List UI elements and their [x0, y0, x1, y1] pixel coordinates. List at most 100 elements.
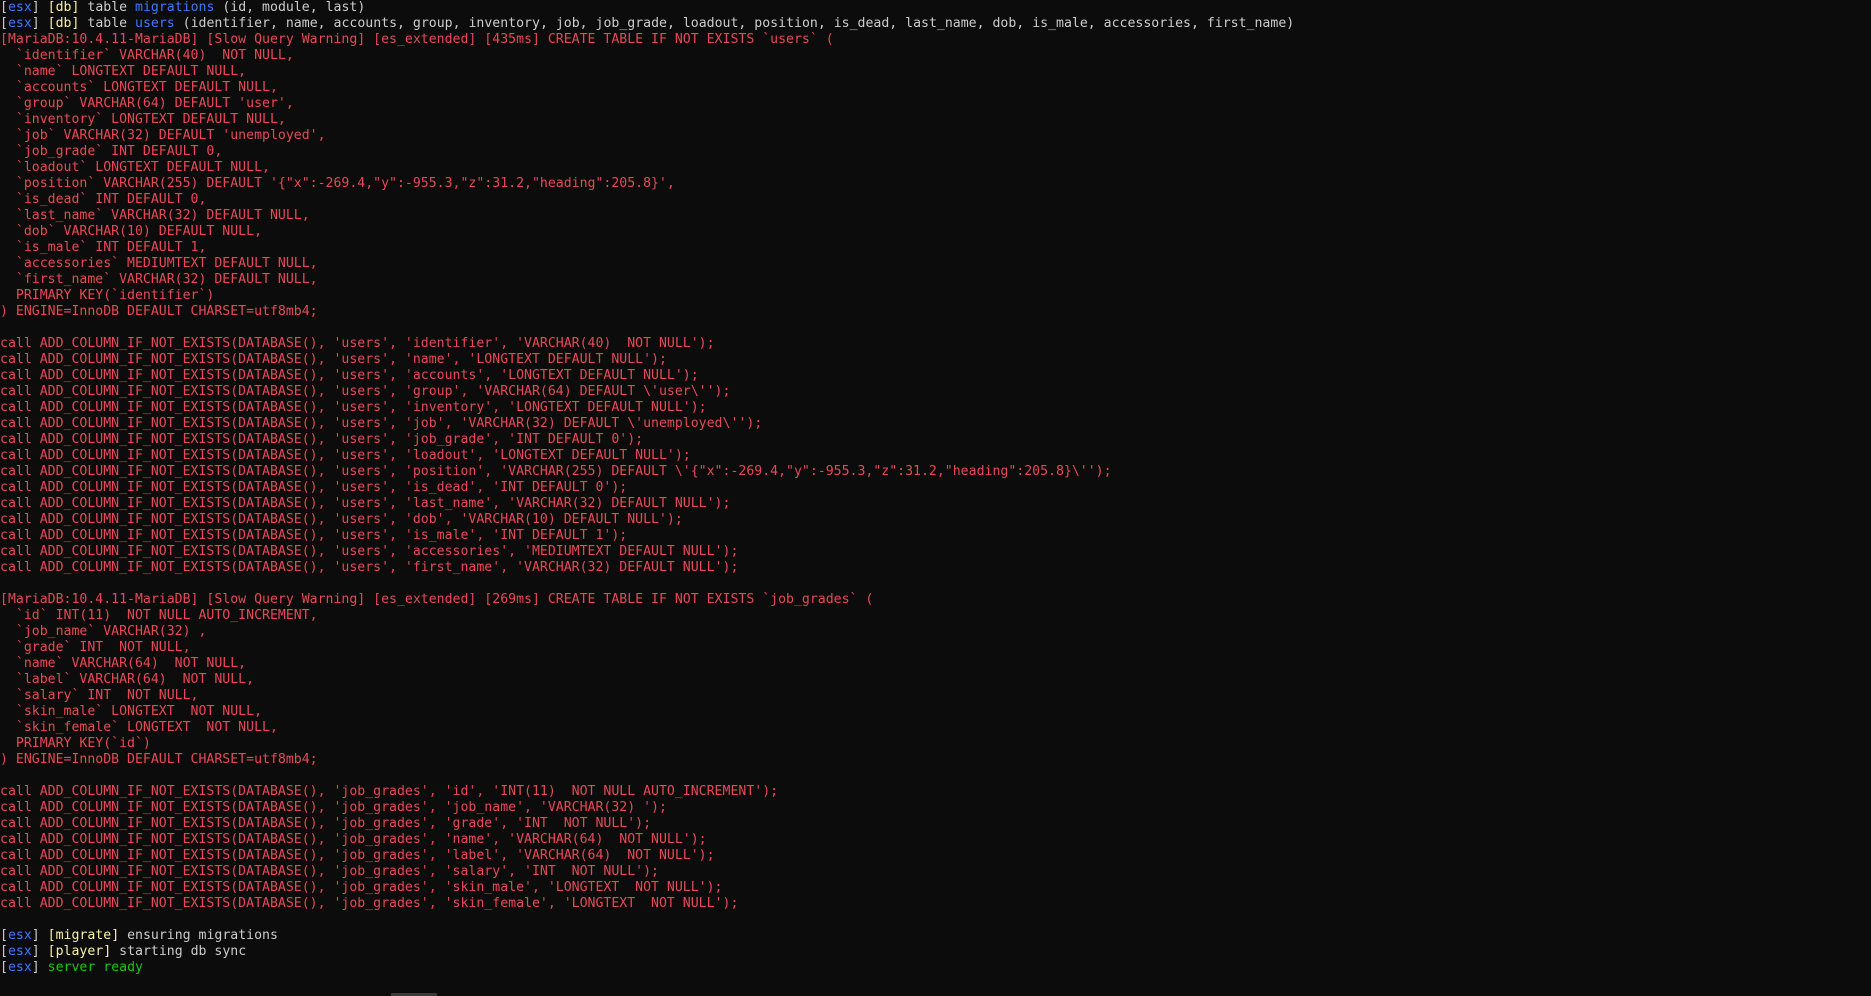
console-line: `id` INT(11) NOT NULL AUTO_INCREMENT, [0, 608, 1871, 624]
console-text-segment: `dob` VARCHAR(10) DEFAULT NULL, [0, 224, 263, 239]
console-text-segment: [ [0, 928, 8, 943]
console-line: ) ENGINE=InnoDB DEFAULT CHARSET=utf8mb4; [0, 304, 1871, 320]
console-text-segment: ] [31, 16, 48, 31]
console-line: call ADD_COLUMN_IF_NOT_EXISTS(DATABASE()… [0, 384, 1871, 400]
console-line: `loadout` LONGTEXT DEFAULT NULL, [0, 160, 1871, 176]
console-text-segment: esx [7, 928, 32, 943]
console-text-segment: `last_name` VARCHAR(32) DEFAULT NULL, [0, 208, 310, 223]
console-text-segment: ] [31, 928, 48, 943]
console-line: [esx] [player] starting db sync [0, 944, 1871, 960]
console-line: `accounts` LONGTEXT DEFAULT NULL, [0, 80, 1871, 96]
console-line: call ADD_COLUMN_IF_NOT_EXISTS(DATABASE()… [0, 512, 1871, 528]
console-text-segment: `accessories` MEDIUMTEXT DEFAULT NULL, [0, 256, 318, 271]
console-text-segment: esx [7, 16, 32, 31]
console-text-segment: `is_male` INT DEFAULT 1, [0, 240, 207, 255]
console-text-segment: esx [7, 944, 32, 959]
console-line: PRIMARY KEY(`id`) [0, 736, 1871, 752]
console-text-segment: `loadout` LONGTEXT DEFAULT NULL, [0, 160, 270, 175]
console-line: call ADD_COLUMN_IF_NOT_EXISTS(DATABASE()… [0, 560, 1871, 576]
console-line: call ADD_COLUMN_IF_NOT_EXISTS(DATABASE()… [0, 816, 1871, 832]
console-line: call ADD_COLUMN_IF_NOT_EXISTS(DATABASE()… [0, 432, 1871, 448]
console-text-segment: starting db sync [111, 944, 247, 959]
console-text-segment: call ADD_COLUMN_IF_NOT_EXISTS(DATABASE()… [0, 800, 667, 815]
console-line: call ADD_COLUMN_IF_NOT_EXISTS(DATABASE()… [0, 496, 1871, 512]
console-text-segment: [db] [47, 16, 80, 31]
console-text-segment: ] [31, 944, 48, 959]
console-text-segment: call ADD_COLUMN_IF_NOT_EXISTS(DATABASE()… [0, 432, 644, 447]
console-text-segment: `job_grade` INT DEFAULT 0, [0, 144, 223, 159]
console-text-segment: `name` LONGTEXT DEFAULT NULL, [0, 64, 247, 79]
console-text-segment: call ADD_COLUMN_IF_NOT_EXISTS(DATABASE()… [0, 816, 652, 831]
console-text-segment: esx [7, 960, 32, 975]
console-text-segment: users [135, 16, 175, 31]
console-text-segment: [MariaDB:10.4.11-MariaDB] [Slow Query Wa… [0, 592, 874, 607]
console-line: `skin_female` LONGTEXT NOT NULL, [0, 720, 1871, 736]
console-text-segment: `group` VARCHAR(64) DEFAULT 'user', [0, 96, 294, 111]
console-text-segment: call ADD_COLUMN_IF_NOT_EXISTS(DATABASE()… [0, 864, 659, 879]
console-line: call ADD_COLUMN_IF_NOT_EXISTS(DATABASE()… [0, 416, 1871, 432]
console-line: call ADD_COLUMN_IF_NOT_EXISTS(DATABASE()… [0, 896, 1871, 912]
console-line: `job_grade` INT DEFAULT 0, [0, 144, 1871, 160]
console-text-segment: `inventory` LONGTEXT DEFAULT NULL, [0, 112, 286, 127]
console-text-segment: [MariaDB:10.4.11-MariaDB] [Slow Query Wa… [0, 32, 834, 47]
console-text-segment: PRIMARY KEY(`id`) [0, 736, 151, 751]
terminal-console-output[interactable]: [esx] [db] table jobs (name, label)[esx]… [0, 0, 1871, 996]
console-line: `label` VARCHAR(64) NOT NULL, [0, 672, 1871, 688]
console-text-segment: `identifier` VARCHAR(40) NOT NULL, [0, 48, 294, 63]
console-text-segment: ] [31, 0, 48, 15]
console-text-segment: [ [0, 960, 8, 975]
console-text-segment: `skin_female` LONGTEXT NOT NULL, [0, 720, 278, 735]
console-line: `job` VARCHAR(32) DEFAULT 'unemployed', [0, 128, 1871, 144]
console-text-segment: (identifier, name, accounts, group, inve… [174, 16, 1295, 31]
console-line: [esx] [db] table users (identifier, name… [0, 16, 1871, 32]
console-text-segment: ] [31, 960, 48, 975]
console-text-segment: `first_name` VARCHAR(32) DEFAULT NULL, [0, 272, 318, 287]
console-text-segment: call ADD_COLUMN_IF_NOT_EXISTS(DATABASE()… [0, 368, 699, 383]
console-line: call ADD_COLUMN_IF_NOT_EXISTS(DATABASE()… [0, 800, 1871, 816]
console-text-segment: PRIMARY KEY(`identifier`) [0, 288, 215, 303]
console-text-segment: [ [0, 0, 8, 15]
console-text-segment: ensuring migrations [119, 928, 278, 943]
console-line: call ADD_COLUMN_IF_NOT_EXISTS(DATABASE()… [0, 544, 1871, 560]
console-line: `is_dead` INT DEFAULT 0, [0, 192, 1871, 208]
console-text-segment: server ready [47, 960, 143, 975]
console-text-segment: `id` INT(11) NOT NULL AUTO_INCREMENT, [0, 608, 318, 623]
console-text-segment: migrations [135, 0, 215, 15]
console-line: `inventory` LONGTEXT DEFAULT NULL, [0, 112, 1871, 128]
console-line: call ADD_COLUMN_IF_NOT_EXISTS(DATABASE()… [0, 528, 1871, 544]
console-line: PRIMARY KEY(`identifier`) [0, 288, 1871, 304]
console-line: `position` VARCHAR(255) DEFAULT '{"x":-2… [0, 176, 1871, 192]
console-text-segment: call ADD_COLUMN_IF_NOT_EXISTS(DATABASE()… [0, 784, 779, 799]
console-line: call ADD_COLUMN_IF_NOT_EXISTS(DATABASE()… [0, 784, 1871, 800]
console-text-segment: call ADD_COLUMN_IF_NOT_EXISTS(DATABASE()… [0, 528, 628, 543]
console-line: `job_name` VARCHAR(32) , [0, 624, 1871, 640]
console-text-segment: esx [7, 0, 32, 15]
console-text-segment: `label` VARCHAR(64) NOT NULL, [0, 672, 255, 687]
console-line: [esx] [migrate] ensuring migrations [0, 928, 1871, 944]
console-line: `first_name` VARCHAR(32) DEFAULT NULL, [0, 272, 1871, 288]
console-line: call ADD_COLUMN_IF_NOT_EXISTS(DATABASE()… [0, 480, 1871, 496]
console-text-segment: call ADD_COLUMN_IF_NOT_EXISTS(DATABASE()… [0, 384, 731, 399]
console-text-segment: [ [0, 16, 8, 31]
console-text-segment: call ADD_COLUMN_IF_NOT_EXISTS(DATABASE()… [0, 480, 628, 495]
console-line: [MariaDB:10.4.11-MariaDB] [Slow Query Wa… [0, 592, 1871, 608]
console-text-segment: call ADD_COLUMN_IF_NOT_EXISTS(DATABASE()… [0, 848, 715, 863]
console-text-segment: (id, module, last) [214, 0, 366, 15]
console-line: call ADD_COLUMN_IF_NOT_EXISTS(DATABASE()… [0, 400, 1871, 416]
console-line: `name` VARCHAR(64) NOT NULL, [0, 656, 1871, 672]
console-line: call ADD_COLUMN_IF_NOT_EXISTS(DATABASE()… [0, 336, 1871, 352]
console-line: `salary` INT NOT NULL, [0, 688, 1871, 704]
console-text-segment: call ADD_COLUMN_IF_NOT_EXISTS(DATABASE()… [0, 496, 731, 511]
console-line: call ADD_COLUMN_IF_NOT_EXISTS(DATABASE()… [0, 352, 1871, 368]
console-text-segment: `name` VARCHAR(64) NOT NULL, [0, 656, 247, 671]
console-text-segment: `accounts` LONGTEXT DEFAULT NULL, [0, 80, 278, 95]
console-text-segment: `job` VARCHAR(32) DEFAULT 'unemployed', [0, 128, 326, 143]
console-text-segment: `is_dead` INT DEFAULT 0, [0, 192, 207, 207]
console-line: `name` LONGTEXT DEFAULT NULL, [0, 64, 1871, 80]
console-text-segment: call ADD_COLUMN_IF_NOT_EXISTS(DATABASE()… [0, 832, 707, 847]
console-text-segment: ) ENGINE=InnoDB DEFAULT CHARSET=utf8mb4; [0, 304, 318, 319]
